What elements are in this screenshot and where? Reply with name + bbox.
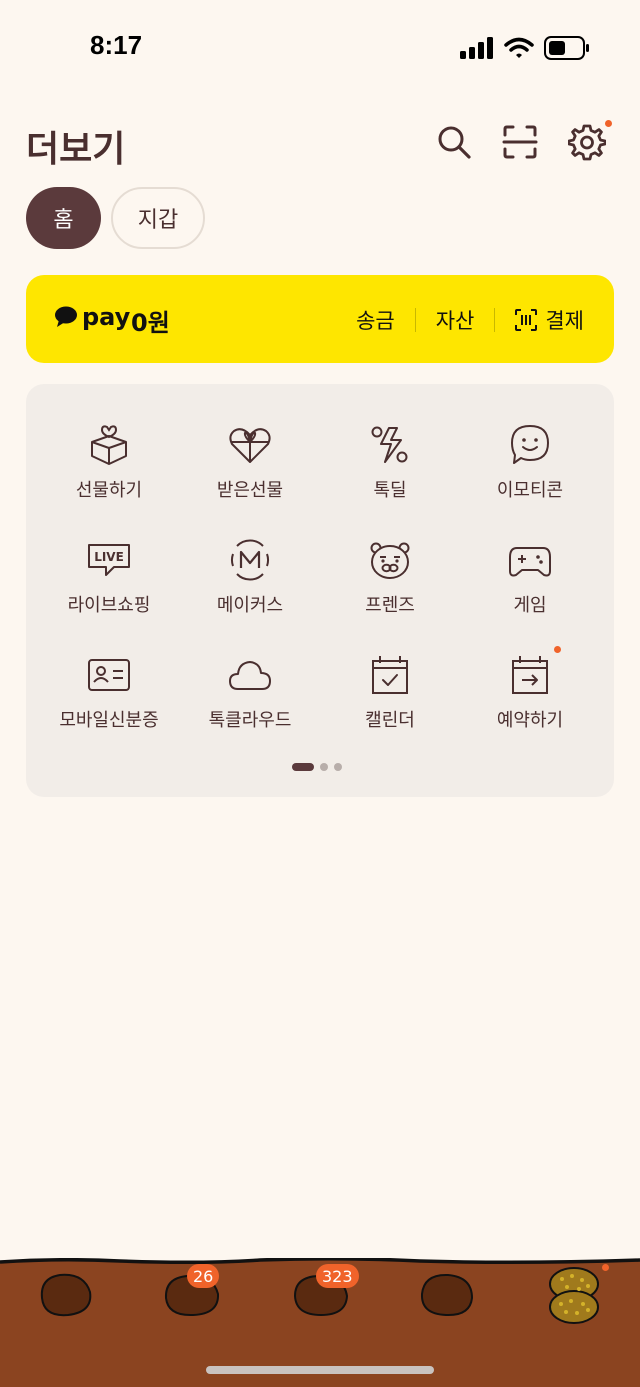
menu-item-emoticon[interactable]: 이모티콘 — [460, 422, 600, 522]
home-indicator[interactable] — [206, 1366, 434, 1374]
pay-payment-label: 결제 — [545, 309, 584, 333]
settings-button[interactable] — [567, 120, 612, 162]
menu-item-label: 이모티콘 — [496, 480, 564, 501]
tab-openchat[interactable]: 323 — [292, 1264, 359, 1320]
tab-shopping[interactable] — [418, 1268, 478, 1320]
barcode-scan-icon — [515, 309, 538, 331]
tab-more[interactable] — [546, 1264, 609, 1326]
menu-item-label: 게임 — [513, 595, 547, 616]
more-notification-dot — [602, 1264, 609, 1271]
id-card-icon — [88, 659, 130, 691]
menu-item-label: 프렌즈 — [365, 595, 415, 616]
cellular-signal-icon — [460, 37, 493, 59]
menu-item-talk-cloud[interactable]: 톡클라우드 — [180, 652, 320, 752]
status-icons — [460, 36, 590, 60]
menu-item-label: 캘린더 — [365, 710, 415, 731]
menu-item-label: 선물하기 — [75, 480, 143, 501]
search-icon — [438, 126, 471, 159]
status-time: 8:17 — [90, 30, 143, 60]
gamepad-icon — [509, 547, 551, 577]
pay-balance[interactable]: 0원 — [131, 303, 170, 338]
pay-actions: 송금 자산 결제 — [356, 305, 584, 335]
status-bar: 8:17 — [0, 0, 640, 95]
pay-assets-button[interactable]: 자산 — [436, 305, 475, 335]
reservation-notification-dot — [554, 646, 561, 653]
heart-gift-icon — [229, 428, 271, 463]
tab-wallet[interactable]: 지갑 — [111, 187, 205, 249]
page-dot-active — [292, 763, 314, 771]
menu-item-gift[interactable]: 선물하기 — [39, 422, 179, 522]
qr-scan-icon — [502, 125, 538, 159]
tab-chats[interactable]: 26 — [163, 1264, 223, 1320]
header: 더보기 — [0, 112, 640, 172]
menu-item-label: 메이커스 — [216, 595, 284, 616]
menu-item-label: 톡클라우드 — [208, 710, 292, 731]
pay-logo: pay — [54, 303, 130, 331]
menu-grid: 선물하기 받은선물 톡딜 이모티콘 LIVE 라이브쇼핑 메이커스 프렌즈 게임… — [26, 384, 614, 797]
cloud-icon — [229, 661, 271, 690]
menu-item-label: 받은선물 — [216, 480, 284, 501]
page-dot — [320, 763, 328, 771]
divider — [414, 308, 416, 332]
menu-item-label: 라이브쇼핑 — [67, 595, 151, 616]
tab-home-label: 홈 — [53, 208, 74, 233]
calendar-arrow-icon — [512, 656, 548, 694]
scan-button[interactable] — [500, 122, 540, 162]
pay-payment-button[interactable]: 결제 — [515, 305, 584, 335]
gift-box-icon — [91, 425, 127, 465]
live-bubble-icon: LIVE — [88, 544, 130, 576]
tab-wallet-label: 지갑 — [137, 208, 179, 233]
menu-item-received-gift[interactable]: 받은선물 — [180, 422, 320, 522]
chats-badge: 26 — [187, 1264, 220, 1288]
settings-notification-dot — [605, 120, 612, 127]
tab-friends[interactable] — [36, 1268, 96, 1320]
smile-emoticon-icon — [511, 425, 549, 464]
page-indicator[interactable] — [292, 763, 342, 771]
pay-banner[interactable]: pay 0원 송금 자산 결제 — [26, 275, 614, 363]
menu-item-label: 예약하기 — [496, 710, 564, 731]
speech-bubble-icon — [55, 306, 77, 327]
menu-item-talkdeal[interactable]: 톡딜 — [320, 422, 460, 522]
menu-item-label: 톡딜 — [373, 480, 407, 501]
battery-icon — [544, 36, 589, 60]
gear-icon — [568, 124, 606, 161]
menu-item-friends[interactable]: 프렌즈 — [320, 537, 460, 637]
menu-item-makers[interactable]: 메이커스 — [180, 537, 320, 637]
svg-text:LIVE: LIVE — [94, 550, 124, 564]
pay-logo-text: pay — [82, 303, 131, 331]
pay-transfer-button[interactable]: 송금 — [356, 305, 395, 335]
more-tab-icon-active — [549, 1267, 599, 1324]
menu-item-calendar[interactable]: 캘린더 — [320, 652, 460, 752]
page-dot — [334, 763, 342, 771]
page-title: 더보기 — [26, 129, 126, 170]
menu-item-reservation[interactable]: 예약하기 — [460, 646, 600, 752]
makers-m-icon — [230, 539, 270, 581]
divider — [494, 308, 496, 332]
search-button[interactable] — [434, 122, 474, 162]
shopping-tab-icon — [420, 1273, 474, 1317]
menu-item-live-shopping[interactable]: LIVE 라이브쇼핑 — [39, 537, 179, 637]
ryan-friends-icon — [370, 542, 410, 579]
friends-tab-icon — [40, 1273, 92, 1317]
menu-item-game[interactable]: 게임 — [460, 537, 600, 637]
menu-item-mobile-id[interactable]: 모바일신분증 — [39, 652, 179, 752]
calendar-check-icon — [372, 656, 408, 694]
percent-bolt-icon — [371, 426, 408, 463]
tab-home[interactable]: 홈 — [26, 187, 101, 249]
wifi-icon — [504, 37, 534, 58]
menu-item-label: 모바일신분증 — [59, 710, 159, 731]
openchat-badge: 323 — [316, 1264, 359, 1288]
